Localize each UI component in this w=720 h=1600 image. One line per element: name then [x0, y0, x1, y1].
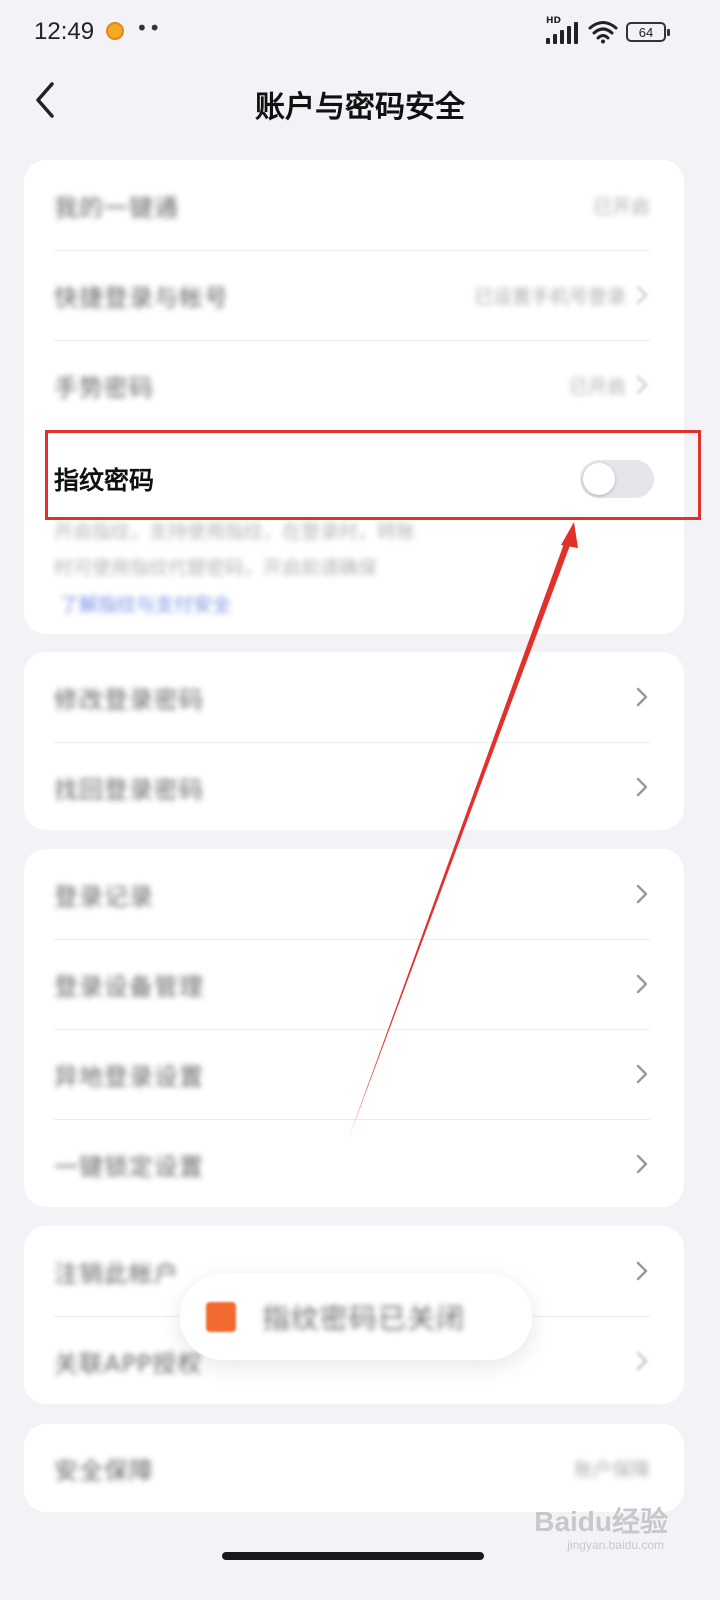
login-security-card: 登录记录 登录设备管理 异地登录设置 一键锁定设置	[24, 849, 684, 1207]
chevron-right-icon	[636, 777, 648, 797]
list-item[interactable]: 异地登录设置	[24, 1029, 684, 1119]
chevron-right-icon	[636, 884, 648, 904]
row-label: 安全保障	[54, 1456, 154, 1485]
row-label: 一键锁定设置	[54, 1152, 204, 1181]
login-password-card: 修改登录密码 找回登录密码	[24, 652, 684, 830]
status-bar: 12:49 •• HD 64	[0, 0, 720, 64]
row-label: 手势密码	[54, 373, 154, 402]
row-label: 关联APP授权	[54, 1349, 203, 1378]
description-line: 开启指纹，支持使用指纹，在登录时，转账	[54, 521, 416, 543]
row-label: 我的一键通	[54, 193, 179, 222]
row-label: 快捷登录与帐号	[54, 283, 229, 312]
cellular-signal-icon: HD	[546, 16, 580, 44]
battery-level: 64	[638, 24, 654, 40]
security-guarantee-card: 安全保障 账户保障	[24, 1424, 684, 1512]
fingerprint-password-row: 指纹密码	[24, 434, 684, 524]
account-settings-card: 我的一键通 已开启 快捷登录与帐号 已设置手机号登录 手势密码 已开启 指纹密码…	[24, 160, 684, 634]
fingerprint-toggle[interactable]	[580, 460, 654, 498]
row-value: 账户保障	[573, 1458, 650, 1481]
row-label: 找回登录密码	[54, 775, 204, 804]
list-item[interactable]: 快捷登录与帐号 已设置手机号登录	[24, 250, 684, 340]
status-icons: HD 64	[546, 16, 670, 46]
row-value: 已设置手机号登录	[473, 285, 626, 308]
watermark-logo: Baidu经验	[534, 1506, 668, 1537]
hd-label: HD	[546, 16, 562, 26]
toast-notification: 指纹密码已关闭	[180, 1274, 532, 1360]
list-item[interactable]: 手势密码 已开启	[24, 340, 684, 430]
fingerprint-security-link[interactable]: 了解指纹与支付安全	[24, 586, 684, 617]
status-time: 12:49	[34, 18, 95, 45]
chevron-right-icon	[636, 285, 648, 305]
row-label: 修改登录密码	[54, 685, 204, 714]
description-line: 时可使用指纹代替密码，开启前请确保	[54, 557, 378, 579]
toast-text: 指纹密码已关闭	[262, 1302, 466, 1335]
app-logo-icon	[206, 1302, 236, 1332]
list-item[interactable]: 修改登录密码	[24, 652, 684, 742]
row-label: 登录记录	[54, 882, 154, 911]
wifi-icon	[588, 21, 618, 44]
battery-icon: 64	[626, 22, 670, 42]
list-item[interactable]: 找回登录密码	[24, 742, 684, 830]
chevron-right-icon	[636, 1261, 648, 1281]
chevron-right-icon	[636, 1351, 648, 1371]
row-label: 注销此帐户	[54, 1259, 179, 1288]
fingerprint-password-title: 指纹密码	[54, 466, 155, 495]
chevron-right-icon	[636, 1064, 648, 1084]
page-title: 账户与密码安全	[255, 90, 465, 125]
chevron-right-icon	[636, 974, 648, 994]
more-notifications-icon: ••	[136, 16, 162, 40]
chevron-right-icon	[636, 687, 648, 707]
fingerprint-description: 开启指纹，支持使用指纹，在登录时，转账 时可使用指纹代替密码，开启前请确保	[24, 514, 684, 586]
row-label: 异地登录设置	[54, 1062, 204, 1091]
row-value: 已开启	[568, 375, 626, 398]
row-label: 登录设备管理	[54, 972, 204, 1001]
home-indicator[interactable]	[222, 1552, 484, 1560]
list-item[interactable]: 安全保障 账户保障	[24, 1424, 684, 1512]
list-item[interactable]: 登录记录	[24, 849, 684, 939]
app-notification-icon	[106, 22, 124, 40]
list-item[interactable]: 我的一键通 已开启	[24, 160, 684, 250]
chevron-right-icon	[636, 1154, 648, 1174]
toggle-knob	[583, 463, 615, 495]
list-item[interactable]: 一键锁定设置	[24, 1119, 684, 1207]
chevron-right-icon	[636, 375, 648, 395]
watermark-url: jingyan.baidu.com	[567, 1538, 664, 1552]
list-item[interactable]: 登录设备管理	[24, 939, 684, 1029]
navigation-header: 账户与密码安全	[0, 64, 720, 136]
row-value: 已开启	[592, 195, 650, 218]
